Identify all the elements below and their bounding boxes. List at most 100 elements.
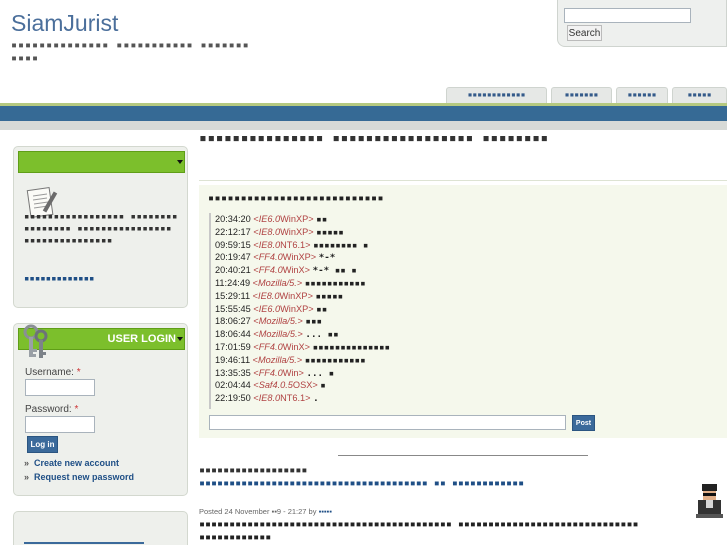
shout-agent: <IE6.0WinXP> bbox=[250, 303, 317, 314]
shout-agent: <IE8.0WinXP> bbox=[250, 226, 317, 237]
shout-input[interactable] bbox=[209, 415, 566, 430]
post-button[interactable]: Post bbox=[572, 415, 595, 431]
shout-message: ▪▪ bbox=[316, 214, 328, 225]
shout-agent: <FF4.0WinX> bbox=[250, 265, 313, 276]
login-button[interactable]: Log in bbox=[27, 436, 58, 453]
node-submitted: Posted 24 November ▪▪9 - 21:27 by ▪▪▪▪▪ bbox=[199, 507, 332, 516]
shout-time: 18:06:27 bbox=[215, 316, 251, 327]
collapse-arrow-icon[interactable] bbox=[177, 337, 183, 341]
shout-agent: <FF4.0Win> bbox=[250, 367, 307, 378]
shout-os: Win bbox=[282, 367, 299, 378]
sidebar-block-info: ▪▪▪▪▪▪▪▪▪▪▪▪▪▪▪▪▪ ▪▪▪▪▪▪▪▪▪▪▪▪▪▪▪▪ ▪▪▪▪▪… bbox=[13, 146, 188, 308]
shout-list: 20:34:20 <IE6.0WinXP> ▪▪ 22:12:17 <IE8.0W… bbox=[209, 213, 509, 409]
keys-icon bbox=[23, 324, 48, 358]
shout-row: 09:59:15 <IE8.0NT6.1> ▪▪▪▪▪▪▪▪ ▪ bbox=[215, 239, 509, 252]
shout-os: WinX bbox=[282, 265, 305, 276]
password-field[interactable] bbox=[25, 416, 95, 433]
shout-message: ▪▪▪▪▪▪▪▪▪▪▪▪▪▪ bbox=[312, 341, 391, 353]
shout-agent: <Saf4.0.5OSX> bbox=[250, 380, 321, 391]
shout-row: 19:46:11 <Mozilla/5.> ▪▪▪▪▪▪▪▪▪▪▪ bbox=[215, 354, 509, 367]
shout-message: ▪▪ bbox=[316, 303, 328, 315]
shout-os: WinXP bbox=[282, 252, 311, 263]
shout-agent: <FF4.0WinX> bbox=[250, 341, 313, 352]
create-account-text[interactable]: Create new account bbox=[34, 458, 119, 468]
submitted-text: Posted 24 November ▪▪9 - 21:27 by bbox=[199, 507, 317, 516]
shout-agent: <Mozilla/5.> bbox=[250, 354, 305, 365]
shout-message: ▪▪▪▪▪ bbox=[316, 226, 344, 238]
shout-agent-name: Mozilla/5. bbox=[258, 354, 297, 365]
shout-message: ▪ bbox=[320, 380, 326, 392]
username-field[interactable] bbox=[25, 379, 95, 396]
shout-agent: <Mozilla/5.> bbox=[250, 277, 305, 288]
username-label-text: Username: bbox=[25, 367, 74, 378]
shout-row: 17:01:59 <FF4.0WinX> ▪▪▪▪▪▪▪▪▪▪▪▪▪▪ bbox=[215, 341, 509, 354]
shout-row: 20:34:20 <IE6.0WinXP> ▪▪ bbox=[215, 213, 509, 226]
shout-time: 20:34:20 bbox=[215, 214, 251, 224]
site-name-link[interactable]: SiamJurist bbox=[11, 10, 118, 37]
shout-row: 02:04:44 <Saf4.0.5OSX> ▪ bbox=[215, 379, 509, 392]
nav-shadow bbox=[0, 121, 727, 130]
block-divider bbox=[24, 542, 144, 544]
node-title: ▪▪▪▪▪▪▪▪▪▪▪▪▪▪▪▪▪▪ bbox=[199, 465, 308, 476]
shoutbox: ▪▪▪▪▪▪▪▪▪▪▪▪▪▪▪▪▪▪▪▪▪▪▪▪▪▪▪ 20:34:20 <IE… bbox=[199, 185, 727, 438]
shout-message: ... ▪ bbox=[306, 367, 335, 379]
request-password-text[interactable]: Request new password bbox=[34, 472, 134, 482]
shout-row: 20:19:47 <FF4.0WinXP> *-* bbox=[215, 251, 509, 264]
username-label: Username: * bbox=[25, 367, 81, 378]
shout-os: NT6.1 bbox=[280, 393, 306, 404]
shout-time: 22:19:50 bbox=[215, 393, 251, 404]
tab-3[interactable]: ▪▪▪▪▪▪ bbox=[616, 87, 668, 103]
shout-message: ▪▪▪▪▪▪▪▪ ▪ bbox=[313, 239, 369, 251]
shout-agent: <IE6.0WinXP> bbox=[250, 214, 317, 224]
shout-agent-name: IE6.0 bbox=[258, 214, 281, 224]
shout-message: ... ▪▪ bbox=[305, 329, 339, 341]
shout-row: 15:55:45 <IE6.0WinXP> ▪▪ bbox=[215, 303, 509, 316]
tab-1[interactable]: ▪▪▪▪▪▪▪▪▪▪▪▪ bbox=[446, 87, 547, 103]
node-title-link[interactable]: ▪▪▪▪▪▪▪▪▪▪▪▪▪▪▪▪▪▪▪▪▪▪▪▪▪▪▪▪▪▪▪▪▪▪▪▪▪▪ ▪… bbox=[199, 478, 619, 489]
shout-agent-name: FF4.0 bbox=[258, 252, 283, 263]
request-password-link[interactable]: » Request new password bbox=[24, 472, 134, 482]
shout-row: 20:40:21 <FF4.0WinX> *-* ▪▪ ▪ bbox=[215, 264, 509, 277]
shout-agent-name: Mozilla/5. bbox=[258, 277, 297, 288]
shout-os: NT6.1 bbox=[280, 239, 306, 250]
shout-os: WinXP bbox=[280, 226, 309, 237]
shout-message: *-* bbox=[318, 252, 336, 264]
node-body: ▪▪▪▪▪▪▪▪▪▪▪▪▪▪▪▪▪▪▪▪▪▪▪▪▪▪▪▪▪▪▪▪▪▪▪▪▪▪▪▪… bbox=[199, 519, 639, 543]
shout-agent-name: FF4.0 bbox=[258, 341, 283, 352]
block-link[interactable]: ▪▪▪▪▪▪▪▪▪▪▪▪▪ bbox=[24, 274, 94, 284]
block-text: ▪▪▪▪▪▪▪▪▪▪▪▪▪▪▪▪▪ ▪▪▪▪▪▪▪▪▪▪▪▪▪▪▪▪ ▪▪▪▪▪… bbox=[24, 212, 178, 246]
tab-2[interactable]: ▪▪▪▪▪▪▪ bbox=[551, 87, 612, 103]
shout-agent-name: IE6.0 bbox=[258, 303, 281, 314]
shout-row: 22:19:50 <IE8.0NT6.1> . bbox=[215, 392, 509, 405]
shout-time: 02:04:44 bbox=[215, 380, 251, 391]
shoutbox-title: ▪▪▪▪▪▪▪▪▪▪▪▪▪▪▪▪▪▪▪▪▪▪▪▪▪▪▪ bbox=[208, 193, 385, 204]
bullet-icon: » bbox=[24, 472, 30, 482]
create-account-link[interactable]: » Create new account bbox=[24, 458, 119, 468]
collapse-arrow-icon[interactable] bbox=[177, 160, 183, 164]
shout-row: 22:12:17 <IE8.0WinXP> ▪▪▪▪▪ bbox=[215, 226, 509, 239]
shout-message: ▪▪▪▪▪▪▪▪▪▪▪ bbox=[304, 354, 366, 366]
shout-time: 20:40:21 bbox=[215, 265, 251, 276]
shout-agent-name: IE8.0 bbox=[258, 393, 281, 404]
shout-time: 19:46:11 bbox=[215, 354, 251, 365]
author-link[interactable]: ▪▪▪▪▪ bbox=[319, 507, 332, 516]
shout-message: *-* ▪▪ ▪ bbox=[312, 265, 357, 277]
page-title: ▪▪▪▪▪▪▪▪▪▪▪▪▪▪▪ ▪▪▪▪▪▪▪▪▪▪▪▪▪▪▪▪▪ ▪▪▪▪▪▪… bbox=[199, 131, 549, 146]
shout-time: 09:59:15 bbox=[215, 239, 251, 250]
nav-bar bbox=[0, 106, 727, 121]
shout-message: ▪▪▪▪▪▪▪▪▪▪▪ bbox=[304, 277, 366, 289]
shout-agent-name: IE8.0 bbox=[258, 290, 280, 301]
search-button[interactable]: Search bbox=[567, 25, 602, 41]
sidebar-block-3 bbox=[13, 511, 188, 545]
site-header: SiamJurist ▪▪▪▪▪▪▪▪▪▪▪▪▪▪ ▪▪▪▪▪▪▪▪▪▪▪ ▪▪… bbox=[0, 0, 727, 104]
tab-4[interactable]: ▪▪▪▪▪ bbox=[672, 87, 727, 103]
shout-row: 15:29:11 <IE8.0WinXP> ▪▪▪▪▪ bbox=[215, 290, 509, 303]
shout-time: 13:35:35 bbox=[215, 367, 251, 378]
site-slogan: ▪▪▪▪▪▪▪▪▪▪▪▪▪▪ ▪▪▪▪▪▪▪▪▪▪▪ ▪▪▪▪▪▪▪▪▪▪▪ bbox=[11, 40, 250, 64]
shout-agent: <IE8.0NT6.1> bbox=[250, 393, 314, 404]
shout-agent: <FF4.0WinXP> bbox=[250, 252, 319, 263]
title-divider bbox=[199, 180, 727, 181]
bullet-icon: » bbox=[24, 458, 30, 468]
search-input[interactable] bbox=[564, 8, 691, 23]
block-header bbox=[18, 151, 185, 173]
